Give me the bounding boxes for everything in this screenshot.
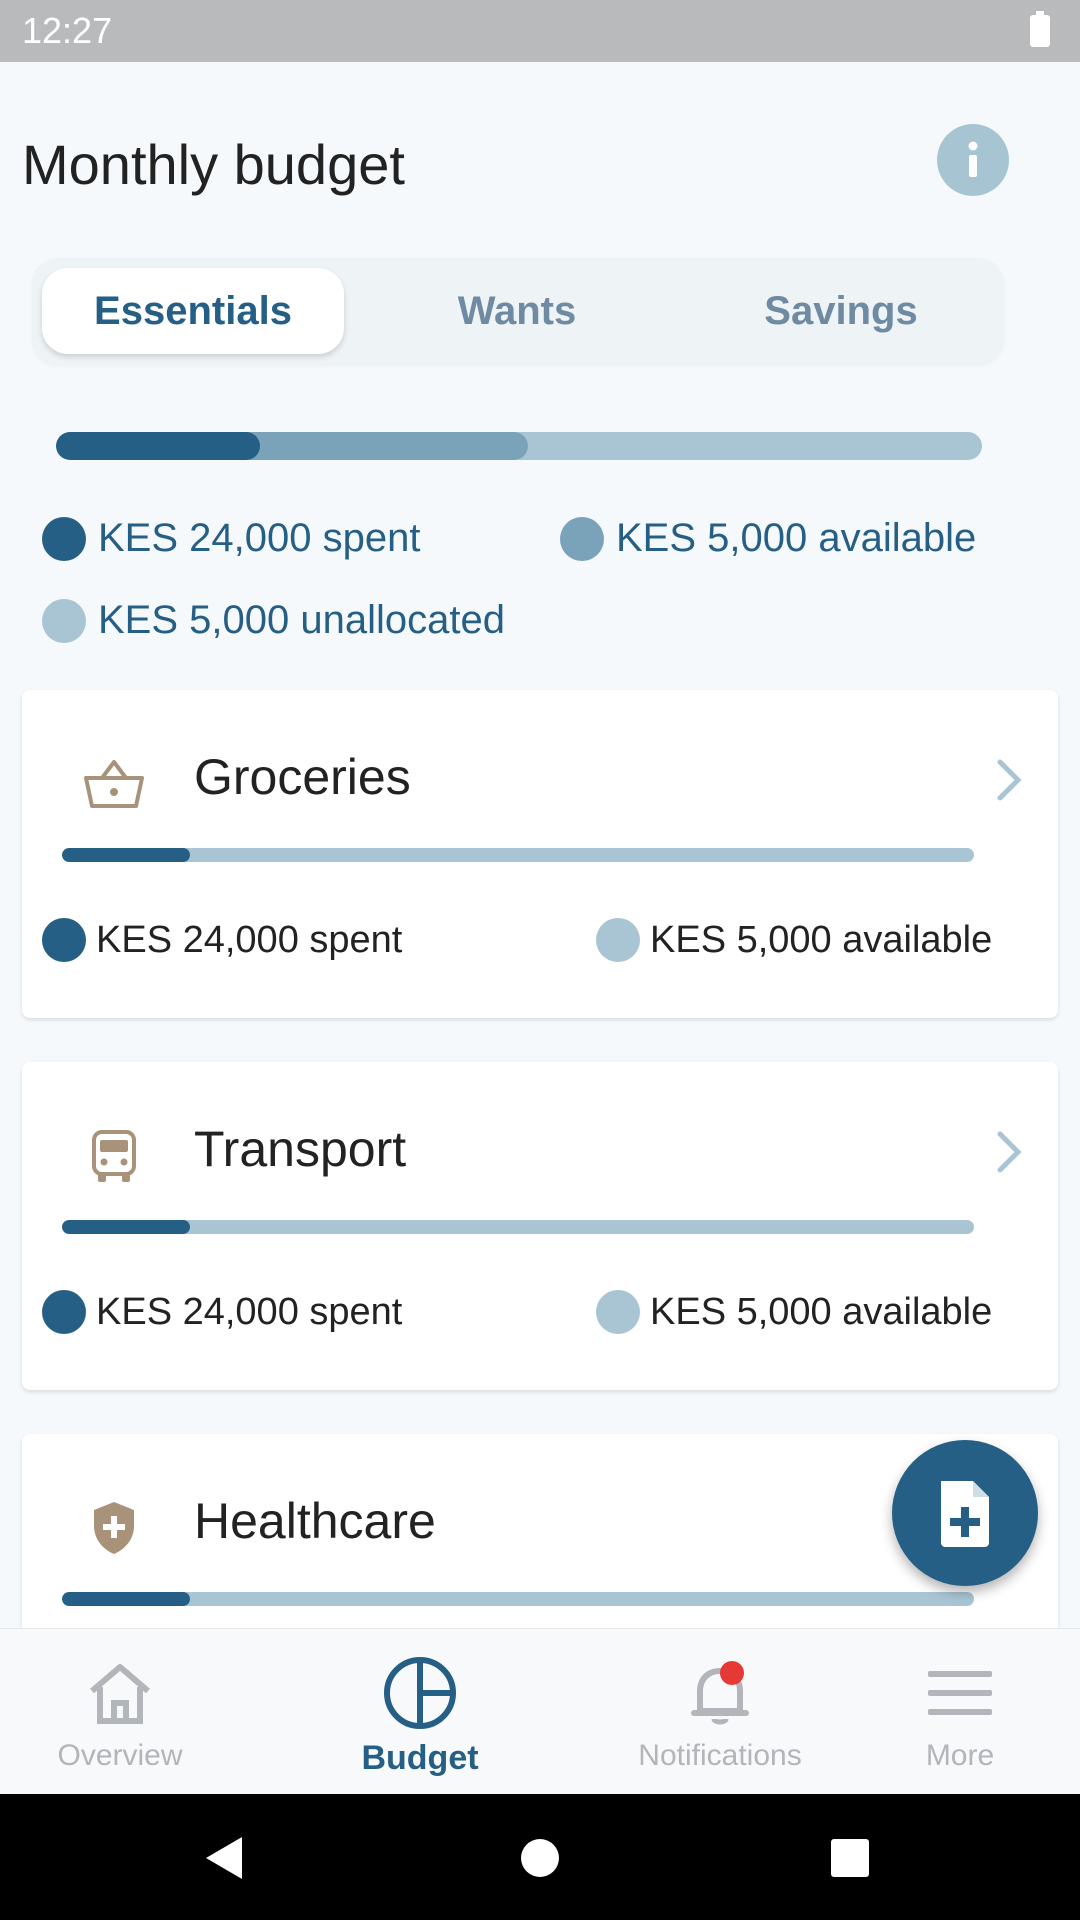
category-available: KES 5,000 available bbox=[596, 918, 992, 962]
system-navigation-bar bbox=[0, 1794, 1080, 1920]
battery-icon bbox=[1030, 11, 1050, 47]
basket-icon bbox=[74, 744, 154, 824]
category-title: Transport bbox=[194, 1121, 407, 1177]
nav-notifications[interactable]: Notifications bbox=[585, 1629, 855, 1795]
category-spent-label: KES 24,000 spent bbox=[96, 918, 403, 961]
shield-plus-icon bbox=[74, 1488, 154, 1568]
category-spent: KES 24,000 spent bbox=[42, 918, 402, 962]
nav-label: Notifications bbox=[638, 1739, 802, 1772]
back-icon[interactable] bbox=[196, 1830, 252, 1886]
tab-essentials[interactable]: Essentials bbox=[42, 268, 344, 354]
category-spent: KES 24,000 spent bbox=[42, 1290, 402, 1334]
legend-unallocated-label: KES 5,000 unallocated bbox=[98, 598, 505, 642]
legend-spent: KES 24,000 spent bbox=[42, 516, 420, 561]
nav-more[interactable]: More bbox=[825, 1629, 1080, 1795]
legend-unallocated: KES 5,000 unallocated bbox=[42, 598, 505, 643]
add-document-button[interactable] bbox=[892, 1440, 1038, 1586]
unallocated-dot bbox=[42, 598, 86, 643]
legend-available: KES 5,000 available bbox=[560, 516, 976, 561]
bell-icon bbox=[680, 1655, 760, 1731]
nav-budget[interactable]: Budget bbox=[285, 1629, 555, 1795]
page-title: Monthly budget bbox=[22, 133, 405, 196]
info-button[interactable] bbox=[937, 124, 1009, 196]
category-progress-bar bbox=[62, 1220, 974, 1234]
tab-savings[interactable]: Savings bbox=[690, 268, 992, 354]
chevron-right-icon[interactable] bbox=[990, 1122, 1030, 1182]
category-available: KES 5,000 available bbox=[596, 1290, 992, 1334]
header: Monthly budget bbox=[0, 62, 1080, 258]
status-bar: 12:27 bbox=[0, 0, 1080, 62]
category-spent-fill bbox=[62, 1592, 190, 1606]
overall-budget-bar bbox=[56, 432, 982, 460]
bus-icon bbox=[74, 1116, 154, 1196]
status-time: 12:27 bbox=[22, 10, 113, 51]
category-title: Groceries bbox=[194, 749, 411, 805]
spent-dot bbox=[42, 516, 86, 561]
category-card-groceries[interactable]: Groceries KES 24,000 spent KES 5,000 ava… bbox=[22, 690, 1058, 1018]
category-spent-fill bbox=[62, 848, 190, 862]
category-available-label: KES 5,000 available bbox=[650, 918, 993, 961]
add-document-icon bbox=[941, 1481, 989, 1547]
available-dot bbox=[596, 918, 640, 962]
available-dot bbox=[560, 516, 604, 561]
pie-chart-icon bbox=[380, 1655, 460, 1731]
nav-label: Budget bbox=[361, 1739, 479, 1777]
category-available-label: KES 5,000 available bbox=[650, 1290, 993, 1333]
category-spent-label: KES 24,000 spent bbox=[96, 1290, 403, 1333]
home-circle-icon[interactable] bbox=[512, 1830, 568, 1886]
tab-wants[interactable]: Wants bbox=[366, 268, 668, 354]
available-dot bbox=[596, 1290, 640, 1334]
budget-tabs: Essentials Wants Savings bbox=[32, 258, 1004, 364]
nav-overview[interactable]: Overview bbox=[0, 1629, 255, 1795]
category-title: Healthcare bbox=[194, 1493, 436, 1549]
category-progress-bar bbox=[62, 1592, 974, 1606]
spent-dot bbox=[42, 918, 86, 962]
legend-spent-label: KES 24,000 spent bbox=[98, 516, 421, 560]
notification-badge bbox=[720, 1661, 744, 1685]
info-icon bbox=[968, 141, 978, 177]
legend-available-label: KES 5,000 available bbox=[616, 516, 977, 560]
recents-icon[interactable] bbox=[822, 1830, 878, 1886]
home-icon bbox=[80, 1655, 160, 1731]
spent-dot bbox=[42, 1290, 86, 1334]
category-card-transport[interactable]: Transport KES 24,000 spent KES 5,000 ava… bbox=[22, 1062, 1058, 1390]
nav-label: Overview bbox=[57, 1739, 183, 1772]
category-progress-bar bbox=[62, 848, 974, 862]
nav-label: More bbox=[925, 1739, 995, 1772]
spent-segment bbox=[56, 432, 260, 460]
bottom-navigation: Overview Budget Notifications More bbox=[0, 1628, 1080, 1794]
chevron-right-icon[interactable] bbox=[990, 750, 1030, 810]
menu-icon bbox=[920, 1655, 1000, 1731]
category-spent-fill bbox=[62, 1220, 190, 1234]
